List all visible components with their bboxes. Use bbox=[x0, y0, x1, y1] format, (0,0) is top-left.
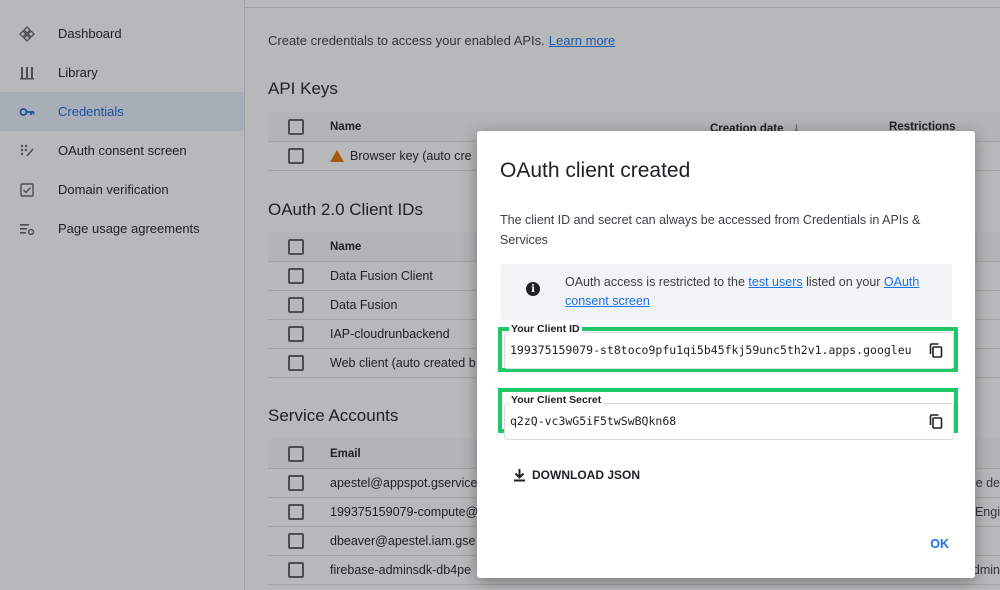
download-json-button[interactable]: DOWNLOAD JSON bbox=[513, 465, 640, 485]
test-users-link[interactable]: test users bbox=[748, 275, 802, 289]
client-id-label: Your Client ID bbox=[509, 323, 582, 335]
copy-client-secret-icon[interactable] bbox=[929, 414, 943, 429]
client-secret-value[interactable]: q2zQ-vc3wG5iF5twSwBQkn68 bbox=[510, 414, 912, 428]
client-id-value[interactable]: 199375159079-st8toco9pfu1qi5b45fkj59unc5… bbox=[510, 343, 912, 357]
info-middle: listed on your bbox=[802, 275, 884, 289]
download-json-label: DOWNLOAD JSON bbox=[532, 468, 640, 482]
client-secret-label: Your Client Secret bbox=[509, 394, 604, 406]
info-banner: i OAuth access is restricted to the test… bbox=[501, 264, 952, 320]
dialog-title: OAuth client created bbox=[500, 159, 691, 182]
client-id-field[interactable]: Your Client ID 199375159079-st8toco9pfu1… bbox=[504, 323, 954, 369]
info-icon: i bbox=[526, 282, 540, 296]
client-secret-field[interactable]: Your Client Secret q2zQ-vc3wG5iF5twSwBQk… bbox=[504, 394, 954, 440]
dialog-description: The client ID and secret can always be a… bbox=[500, 213, 921, 247]
copy-client-id-icon[interactable] bbox=[929, 343, 943, 358]
oauth-client-created-dialog: OAuth client created The client ID and s… bbox=[477, 131, 975, 578]
info-prefix: OAuth access is restricted to the bbox=[565, 275, 749, 289]
info-text: OAuth access is restricted to the test u… bbox=[565, 273, 935, 311]
download-icon bbox=[514, 469, 525, 482]
ok-button[interactable]: OK bbox=[930, 537, 949, 551]
